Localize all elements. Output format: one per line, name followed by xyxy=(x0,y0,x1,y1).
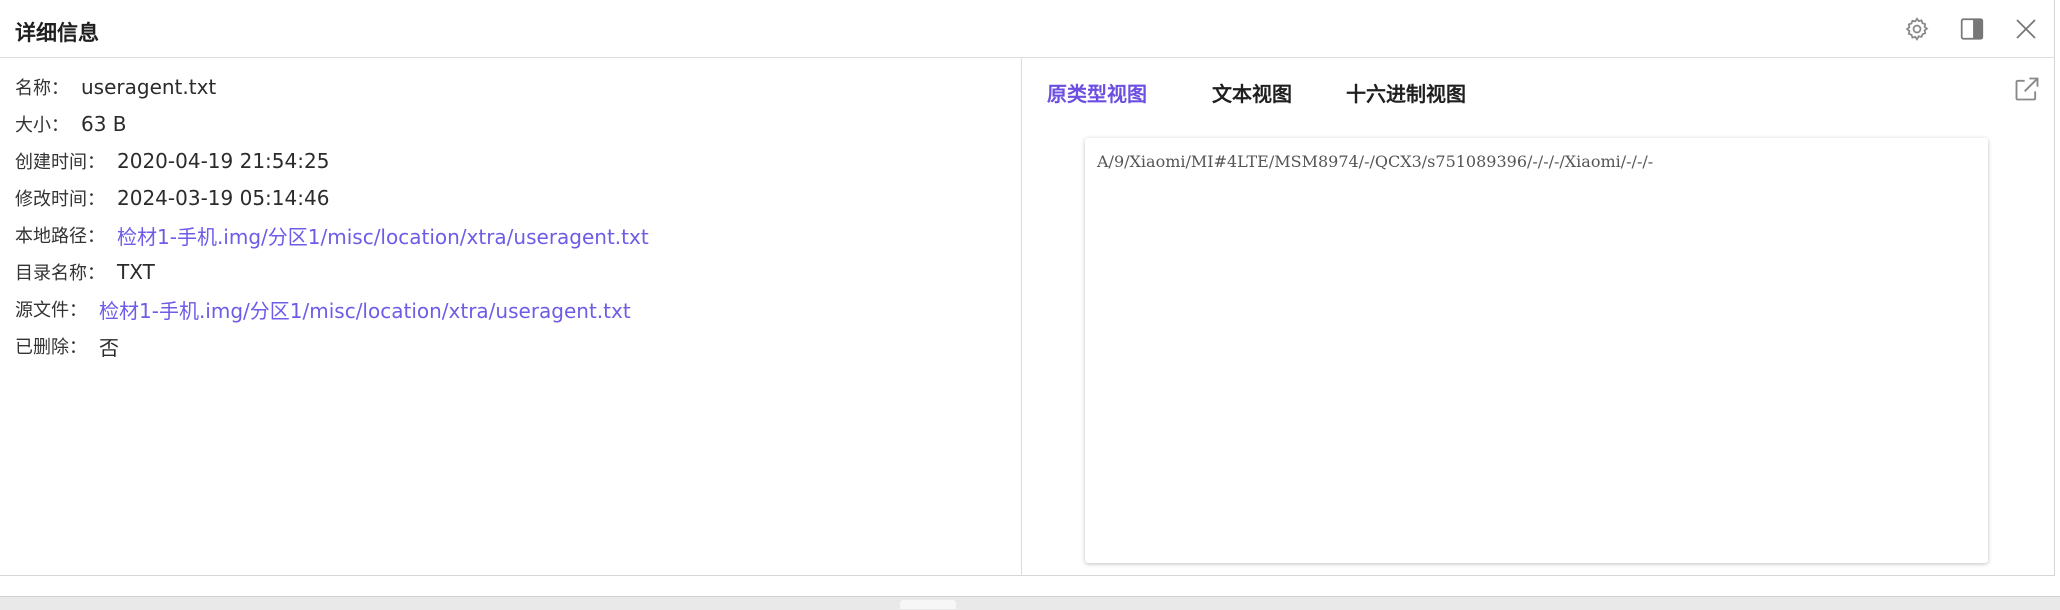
prop-size: 大小： 63 B xyxy=(15,109,127,139)
prop-label: 名称： xyxy=(15,78,69,99)
local-path-link[interactable]: 检材1-手机.img/分区1/misc/location/xtra/userag… xyxy=(117,221,649,250)
prop-label: 目录名称： xyxy=(15,263,105,284)
toggle-layout-button[interactable] xyxy=(1955,12,1989,46)
prop-value: 2024-03-19 05:14:46 xyxy=(117,186,330,210)
bottom-resize-handle[interactable] xyxy=(900,600,956,609)
file-content-box[interactable]: A/9/Xiaomi/MI#4LTE/MSM8974/-/QCX3/s75108… xyxy=(1085,138,1988,563)
external-link-icon xyxy=(2013,75,2041,107)
source-file-link[interactable]: 检材1-手机.img/分区1/misc/location/xtra/userag… xyxy=(99,295,631,324)
split-pane-icon xyxy=(1959,16,1985,42)
tab-text-view[interactable]: 文本视图 xyxy=(1212,78,1292,107)
prop-modified: 修改时间： 2024-03-19 05:14:46 xyxy=(15,183,329,213)
prop-name: 名称： useragent.txt xyxy=(15,72,216,102)
prop-label: 本地路径： xyxy=(15,226,105,247)
settings-button[interactable] xyxy=(1900,12,1934,46)
prop-value: useragent.txt xyxy=(81,75,217,99)
gear-icon xyxy=(1904,16,1930,42)
panel-header: 详细信息 xyxy=(0,0,2054,58)
prop-label: 创建时间： xyxy=(15,152,105,173)
file-content-text: A/9/Xiaomi/MI#4LTE/MSM8974/-/QCX3/s75108… xyxy=(1097,152,1654,171)
prop-value: 2020-04-19 21:54:25 xyxy=(117,149,330,173)
file-properties: 名称： useragent.txt 大小： 63 B 创建时间： 2020-04… xyxy=(0,58,1022,575)
panel-title: 详细信息 xyxy=(15,21,99,45)
prop-label: 源文件： xyxy=(15,300,87,321)
prop-created: 创建时间： 2020-04-19 21:54:25 xyxy=(15,146,329,176)
file-viewer: 原类型视图 文本视图 十六进制视图 A/9/Xiaomi/MI#4LTE/MSM… xyxy=(1023,58,2054,575)
prop-label: 已删除： xyxy=(15,337,87,358)
prop-value: TXT xyxy=(117,260,155,284)
tab-native-view[interactable]: 原类型视图 xyxy=(1047,78,1147,107)
prop-value: 否 xyxy=(99,335,119,360)
prop-label: 修改时间： xyxy=(15,189,105,210)
prop-local-path: 本地路径： 检材1-手机.img/分区1/misc/location/xtra/… xyxy=(15,220,649,250)
detail-panel: 详细信息 名称： useragent.txt 大小： 63 B 创建时间： 20… xyxy=(0,0,2055,576)
prop-deleted: 已删除： 否 xyxy=(15,331,119,361)
prop-dir-name: 目录名称： TXT xyxy=(15,257,155,287)
prop-label: 大小： xyxy=(15,115,69,136)
close-icon xyxy=(2014,17,2038,41)
close-button[interactable] xyxy=(2009,12,2043,46)
bottom-scroll-strip xyxy=(0,596,2060,610)
prop-source-file: 源文件： 检材1-手机.img/分区1/misc/location/xtra/u… xyxy=(15,294,631,324)
open-external-button[interactable] xyxy=(2010,74,2044,108)
tab-hex-view[interactable]: 十六进制视图 xyxy=(1346,78,1466,107)
prop-value: 63 B xyxy=(81,112,127,136)
